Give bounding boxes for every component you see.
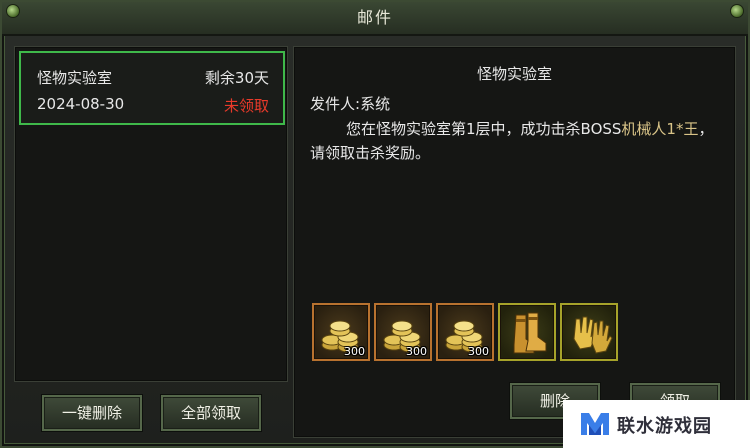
mail-body: 您在怪物实验室第1层中，成功击杀BOSS机械人1*王，请领取击杀奖励。 [310,117,724,165]
mail-body-text: 您在怪物实验室第1层中，成功击杀BOSS [346,120,622,138]
mail-list-item[interactable]: 怪物实验室 剩余30天 2024-08-30 未领取 [19,51,285,125]
corner-gem-icon [6,4,20,18]
window-title: 邮件 [2,2,748,36]
mail-detail-panel: 怪物实验室 发件人:系统 您在怪物实验室第1层中，成功击杀BOSS机械人1*王，… [293,46,736,438]
mail-date: 2024-08-30 [37,95,125,113]
mail-window: 邮件 怪物实验室 剩余30天 2024-08-30 未领取 一键删除 全部领取 … [0,0,750,448]
reward-slot[interactable] [498,303,556,361]
watermark: 联水游戏园 [563,400,750,448]
golden-gloves-icon [573,316,613,354]
sender-label: 发件人: [310,95,361,113]
reward-slot[interactable] [560,303,618,361]
delete-all-button[interactable]: 一键删除 [42,395,142,431]
mail-subject: 怪物实验室 [37,69,113,87]
reward-slot[interactable]: 300 [374,303,432,361]
mail-sender: 发件人:系统 [310,93,390,114]
reward-quantity: 300 [344,345,365,358]
reward-slot[interactable]: 300 [436,303,494,361]
sender-value: 系统 [360,95,391,113]
golden-boots-icon [513,312,547,354]
watermark-logo-icon [581,413,609,435]
claim-all-button[interactable]: 全部领取 [161,395,261,431]
reward-quantity: 300 [406,345,427,358]
mail-status: 未领取 [223,97,269,115]
corner-gem-icon [730,4,744,18]
mail-detail-title: 怪物实验室 [476,65,552,83]
mail-list-panel: 怪物实验室 剩余30天 2024-08-30 未领取 [14,46,288,382]
mail-remaining-days: 剩余30天 [204,69,269,87]
watermark-text: 联水游戏园 [617,416,712,437]
mail-body-boss-name: 机械人1*王 [621,120,699,138]
reward-quantity: 300 [468,345,489,358]
reward-slot[interactable]: 300 [312,303,370,361]
